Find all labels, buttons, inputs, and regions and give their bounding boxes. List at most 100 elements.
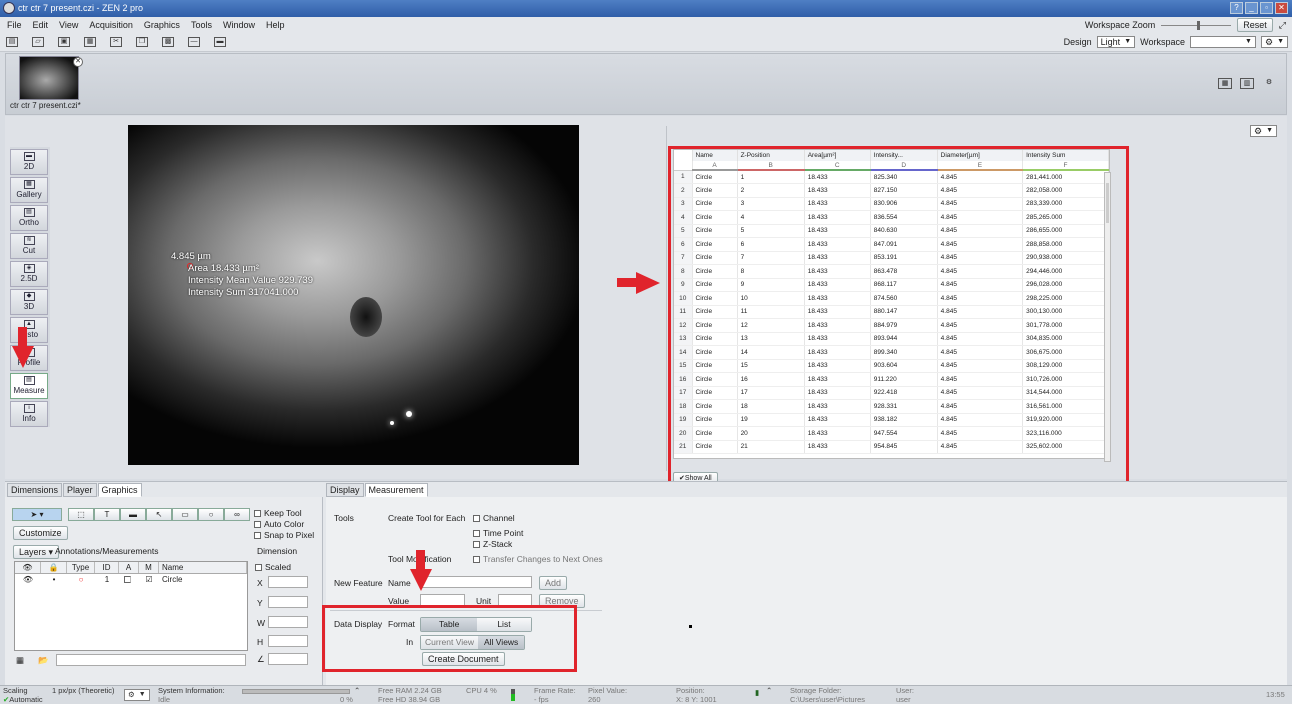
angle-field[interactable] bbox=[268, 653, 308, 665]
view-2-5d-button[interactable]: ◈ 2.5D bbox=[10, 261, 48, 287]
tab-measurement[interactable]: Measurement bbox=[364, 483, 428, 497]
menu-help[interactable]: Help bbox=[266, 20, 285, 30]
view-histo-button[interactable]: ▲ Histo bbox=[10, 317, 48, 343]
gear-icon[interactable]: ⚙ bbox=[1262, 78, 1276, 89]
reset-button[interactable]: Reset bbox=[1237, 18, 1273, 32]
line-tool[interactable]: ▬ bbox=[120, 508, 146, 521]
maximize-icon[interactable]: ▫ bbox=[1260, 2, 1273, 14]
annotations-list[interactable]: 👁 🔒 Type ID A M Name 👁 • ○ 1 ☑ Circle bbox=[14, 561, 248, 651]
x-field[interactable] bbox=[268, 576, 308, 588]
layer-scrollbar[interactable] bbox=[56, 654, 246, 666]
copy-icon[interactable]: ❐ bbox=[136, 37, 148, 47]
view-ortho-button[interactable]: ▤ Ortho bbox=[10, 205, 48, 231]
checkbox[interactable] bbox=[473, 530, 480, 537]
add-button[interactable]: Add bbox=[539, 576, 568, 590]
checkbox[interactable] bbox=[119, 574, 139, 586]
menu-file[interactable]: File bbox=[7, 20, 22, 30]
chevron-up-icon[interactable]: ⌃ bbox=[766, 687, 772, 695]
spline-tool[interactable]: ∞ bbox=[224, 508, 250, 521]
visible-eye-icon[interactable]: 👁 bbox=[15, 574, 41, 586]
checkbox[interactable] bbox=[473, 541, 480, 548]
rect-select-tool[interactable]: ⬚ bbox=[68, 508, 94, 521]
2-5d-icon: ◈ bbox=[23, 264, 35, 273]
design-select[interactable]: Light ▼ bbox=[1096, 36, 1136, 48]
rectangle-tool[interactable]: ▭ bbox=[172, 508, 198, 521]
position-value: X: 8 Y: 1001 bbox=[676, 695, 717, 704]
menu-window[interactable]: Window bbox=[223, 20, 255, 30]
document-thumbnail[interactable] bbox=[19, 56, 79, 100]
keep-tool-option[interactable]: Keep Tool bbox=[254, 508, 302, 518]
view-gallery-button[interactable]: ▦ Gallery bbox=[10, 177, 48, 203]
view-measure-button[interactable]: ▤ Measure bbox=[10, 373, 48, 399]
table-settings-menu[interactable]: ⚙ ▼ bbox=[1250, 125, 1278, 137]
view-label: Gallery bbox=[16, 190, 42, 199]
tab-dimensions[interactable]: Dimensions bbox=[7, 483, 63, 497]
menu-view[interactable]: View bbox=[59, 20, 78, 30]
chevron-down-icon: ▼ bbox=[1245, 38, 1252, 45]
tab-graphics[interactable]: Graphics bbox=[97, 483, 142, 497]
name-label: Name bbox=[388, 578, 411, 588]
checkbox[interactable] bbox=[254, 510, 261, 517]
save-icon[interactable]: ▣ bbox=[58, 37, 70, 47]
circle-tool[interactable]: ○ bbox=[198, 508, 224, 521]
chevron-down-icon: ▼ bbox=[1266, 127, 1274, 134]
new-icon[interactable]: ▤ bbox=[6, 37, 18, 47]
view-info-button[interactable]: i Info bbox=[10, 401, 48, 427]
view-2d-button[interactable]: ▬ 2D bbox=[10, 149, 48, 175]
list-item[interactable]: 👁 • ○ 1 ☑ Circle bbox=[15, 574, 247, 586]
w-field[interactable] bbox=[268, 616, 308, 628]
split-view-icon[interactable]: ▥ bbox=[1240, 78, 1254, 89]
h-field[interactable] bbox=[268, 635, 308, 647]
open-icon[interactable]: ▱ bbox=[32, 37, 44, 47]
checkbox[interactable] bbox=[473, 556, 480, 563]
arrow-tool[interactable]: ↖ bbox=[146, 508, 172, 521]
layout-grid-icon[interactable]: ▦ bbox=[1218, 78, 1232, 89]
cut-icon[interactable]: ✂ bbox=[110, 37, 122, 47]
customize-button[interactable]: Customize bbox=[13, 526, 68, 540]
scaled-option[interactable]: Scaled bbox=[255, 562, 291, 572]
pin-icon[interactable]: ⤢ bbox=[1279, 20, 1286, 31]
chevron-up-icon[interactable]: ⌃ bbox=[354, 687, 360, 695]
channel-option[interactable]: Channel bbox=[473, 513, 515, 523]
status-settings-menu[interactable]: ⚙ ▼ bbox=[124, 689, 150, 701]
view-3d-button[interactable]: ◆ 3D bbox=[10, 289, 48, 315]
text-tool[interactable]: T bbox=[94, 508, 120, 521]
checkbox[interactable] bbox=[254, 521, 261, 528]
settings-menu[interactable]: ⚙ ▼ bbox=[1260, 36, 1288, 48]
paste-icon[interactable]: ▩ bbox=[162, 37, 174, 47]
z-stack-option[interactable]: Z-Stack bbox=[473, 539, 512, 549]
tab-display[interactable]: Display bbox=[326, 483, 364, 497]
checkbox[interactable] bbox=[254, 532, 261, 539]
menu-tools[interactable]: Tools bbox=[191, 20, 212, 30]
folder-icon[interactable]: 📂 bbox=[38, 655, 49, 666]
microscopy-image[interactable]: 4.845 µm Area 18.433 µm² Intensity Mean … bbox=[128, 125, 579, 465]
image-icon[interactable]: ▬ bbox=[214, 37, 226, 47]
menu-acquisition[interactable]: Acquisition bbox=[89, 20, 133, 30]
workspace-zoom-slider[interactable] bbox=[1161, 20, 1232, 30]
workspace-select[interactable]: ▼ bbox=[1189, 36, 1256, 48]
view-divider[interactable] bbox=[666, 126, 667, 471]
checkbox[interactable] bbox=[473, 515, 480, 522]
close-icon[interactable]: ✕ bbox=[1275, 2, 1288, 14]
checkbox-checked[interactable]: ☑ bbox=[139, 574, 159, 586]
tab-player[interactable]: Player bbox=[63, 483, 97, 497]
help-icon[interactable]: ? bbox=[1230, 2, 1243, 14]
automatic-option[interactable]: ✔Automatic bbox=[3, 696, 43, 704]
menu-edit[interactable]: Edit bbox=[33, 20, 49, 30]
line-icon[interactable]: — bbox=[188, 37, 200, 47]
auto-color-option[interactable]: Auto Color bbox=[254, 519, 304, 529]
view-cut-button[interactable]: ≋ Cut bbox=[10, 233, 48, 259]
close-document-icon[interactable]: ✕ bbox=[73, 57, 83, 67]
layers-dropdown[interactable]: Layers ▾ bbox=[13, 545, 60, 559]
feature-name-input[interactable] bbox=[420, 576, 532, 588]
time-point-option[interactable]: Time Point bbox=[473, 528, 523, 538]
save-as-icon[interactable]: ▦ bbox=[84, 37, 96, 47]
menu-graphics[interactable]: Graphics bbox=[144, 20, 180, 30]
table-icon[interactable]: ▦ bbox=[16, 655, 24, 666]
snap-option[interactable]: Snap to Pixel bbox=[254, 530, 314, 540]
select-tool-button[interactable]: ➤ ▾ bbox=[12, 508, 62, 521]
minimize-icon[interactable]: _ bbox=[1245, 2, 1258, 14]
checkbox[interactable] bbox=[255, 564, 262, 571]
transfer-option[interactable]: Transfer Changes to Next Ones bbox=[473, 554, 603, 564]
y-field[interactable] bbox=[268, 596, 308, 608]
